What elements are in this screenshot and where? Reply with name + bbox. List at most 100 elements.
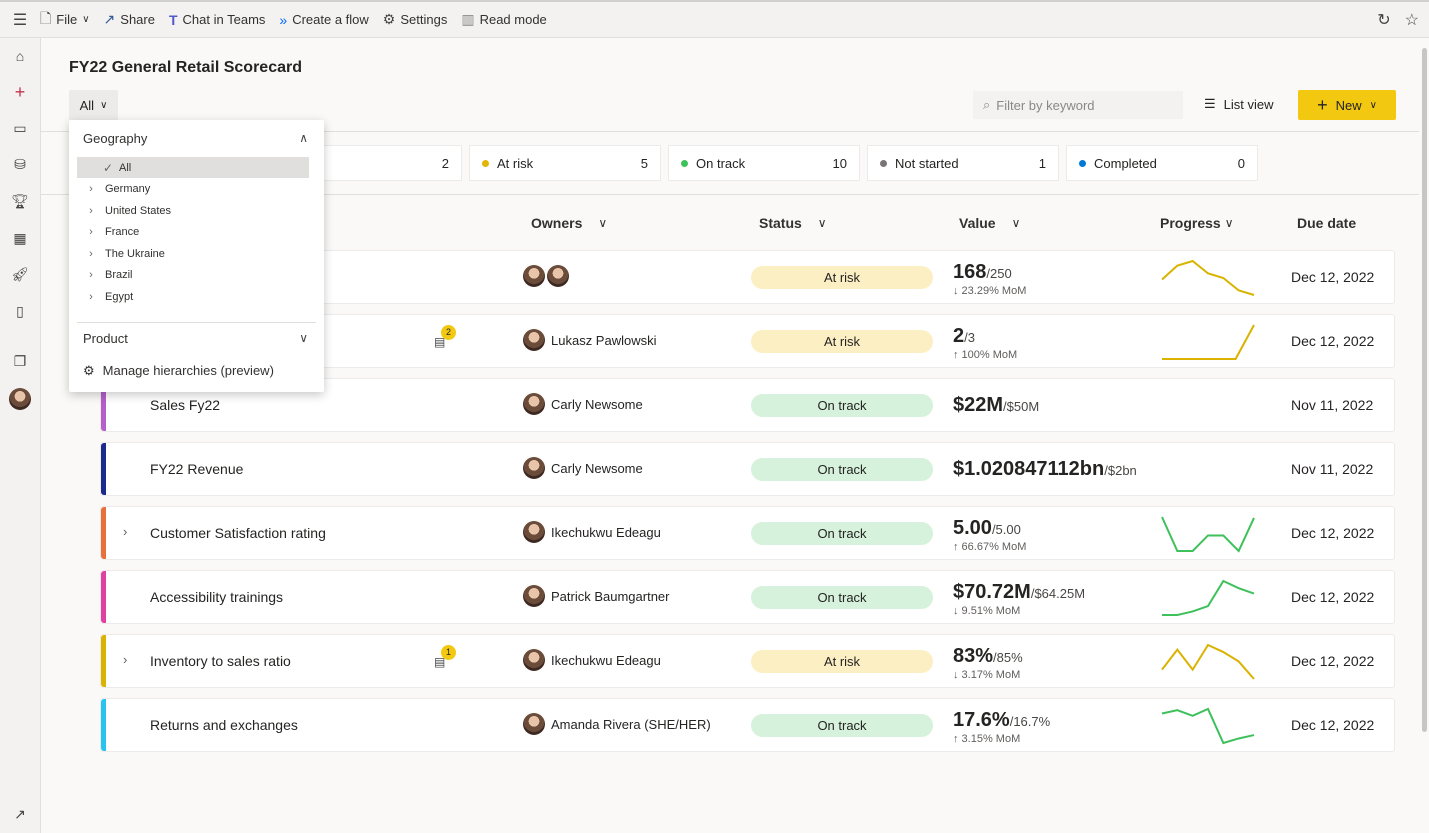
geography-section-header[interactable]: Geography <box>83 131 147 146</box>
owners-header: Owners <box>531 215 583 231</box>
geography-option[interactable]: › The Ukraine <box>77 243 309 264</box>
status-badge[interactable]: At risk <box>751 650 933 673</box>
status-summary-card[interactable]: On track 10 <box>668 145 860 181</box>
owner[interactable]: Ikechukwu Edeagu <box>523 521 661 543</box>
scorecard-row[interactable]: Returns and exchanges Amanda Rivera (SHE/… <box>100 698 1395 752</box>
filter-keyword-input[interactable]: ⌕ Filter by keyword <box>973 91 1183 119</box>
status-badge[interactable]: On track <box>751 394 933 417</box>
goal-name[interactable]: Inventory to sales ratio <box>150 653 291 669</box>
learn-rocket-icon[interactable]: 🚀︎ <box>0 266 40 283</box>
manage-hierarchies-link[interactable]: ⚙ Manage hierarchies (preview) <box>83 363 274 379</box>
column-header-owners[interactable]: Owners ∨ <box>531 215 607 231</box>
expand-nav-icon[interactable]: ↗ <box>0 806 40 823</box>
goal-name[interactable]: Returns and exchanges <box>150 717 298 733</box>
option-label: Egypt <box>105 290 134 303</box>
chevron-right-icon[interactable]: › <box>77 183 105 195</box>
geography-option[interactable]: ✓ All <box>77 157 309 178</box>
data-hub-icon[interactable]: ⛁ <box>0 156 40 173</box>
column-header-progress[interactable]: Progress ∨ <box>1160 215 1234 231</box>
apps-icon[interactable]: ▦ <box>0 230 40 247</box>
avatar <box>523 457 545 479</box>
refresh-icon[interactable]: ↻ <box>1377 10 1390 30</box>
owner[interactable]: Patrick Baumgartner <box>523 585 670 607</box>
share-button[interactable]: ↗ Share <box>104 11 155 28</box>
home-icon[interactable]: ⌂ <box>0 48 40 64</box>
favorite-star-icon[interactable]: ☆ <box>1405 10 1419 30</box>
owner[interactable]: Ikechukwu Edeagu <box>523 649 661 671</box>
workspace-icon[interactable]: ❐ <box>0 353 40 370</box>
user-avatar[interactable] <box>0 388 40 413</box>
column-header-due-date[interactable]: Due date <box>1297 215 1356 231</box>
goal-name[interactable]: FY22 Revenue <box>150 461 243 477</box>
status-badge[interactable]: On track <box>751 458 933 481</box>
column-header-status[interactable]: Status ∨ <box>759 215 827 231</box>
status-summary-card[interactable]: Not started 1 <box>867 145 1059 181</box>
progress-sparkline <box>1162 324 1255 360</box>
status-dot-icon <box>1079 159 1086 167</box>
chevron-right-icon[interactable]: › <box>77 291 105 303</box>
read-mode-button[interactable]: ▥ Read mode <box>461 11 546 28</box>
mom-change: ↓ 9.51% MoM <box>953 605 1021 617</box>
column-header-value[interactable]: Value ∨ <box>959 215 1020 231</box>
avatar <box>523 713 545 735</box>
goals-trophy-icon[interactable]: 🏆︎ <box>0 193 40 210</box>
geography-option[interactable]: › Egypt <box>77 286 309 307</box>
scrollbar[interactable] <box>1422 48 1427 732</box>
geography-option[interactable]: › Brazil <box>77 265 309 286</box>
status-badge[interactable]: At risk <box>751 330 933 353</box>
scorecard-row[interactable]: Accessibility trainings Patrick Baumgartn… <box>100 570 1395 624</box>
owner[interactable] <box>523 265 575 287</box>
summary-count: 5 <box>640 155 648 171</box>
chevron-up-icon[interactable]: ∧ <box>299 131 308 145</box>
geography-option[interactable]: › France <box>77 222 309 243</box>
owner[interactable]: Amanda Rivera (SHE/HER) <box>523 713 711 735</box>
target-value: /16.7% <box>1009 714 1051 729</box>
browse-folder-icon[interactable]: ▭ <box>0 120 40 137</box>
product-section-header[interactable]: Product <box>83 331 128 346</box>
goal-name[interactable]: Accessibility trainings <box>150 589 283 605</box>
chevron-right-icon[interactable]: › <box>123 524 127 539</box>
chevron-right-icon[interactable]: › <box>77 205 105 217</box>
share-label: Share <box>120 12 155 27</box>
hierarchy-filter-button[interactable]: All ∨ <box>69 90 118 120</box>
status-summary-card[interactable]: Completed 0 <box>1066 145 1258 181</box>
value-cell: 2/3 ↑ 100% MoM <box>953 325 1017 361</box>
chevron-right-icon[interactable]: › <box>77 248 105 260</box>
geography-option[interactable]: › United States <box>77 200 309 221</box>
chevron-right-icon[interactable]: › <box>77 269 105 281</box>
status-badge[interactable]: On track <box>751 586 933 609</box>
chevron-right-icon[interactable]: › <box>123 652 127 667</box>
scorecard-row[interactable]: › Inventory to sales ratio ▤ 1 Ikechukwu Ede… <box>100 634 1395 688</box>
value-cell: 83%/85% ↓ 3.17% MoM <box>953 645 1023 681</box>
owner-name: Ikechukwu Edeagu <box>551 652 661 668</box>
scorecard-row[interactable]: FY22 Revenue Carly Newsome On track $1.0208… <box>100 442 1395 496</box>
hierarchy-dropdown: Geography ∧ ✓ All › Germany › United States › F… <box>69 120 324 392</box>
hamburger-menu-icon[interactable]: ☰ <box>0 10 40 30</box>
status-badge[interactable]: On track <box>751 522 933 545</box>
list-view-button[interactable]: ☰ List view <box>1204 96 1274 112</box>
status-badge[interactable]: At risk <box>751 266 933 289</box>
owner-name: Ikechukwu Edeagu <box>551 524 661 540</box>
new-button[interactable]: + New ∨ <box>1298 90 1396 120</box>
chat-in-teams-button[interactable]: T Chat in Teams <box>169 12 265 28</box>
goal-name[interactable]: Sales Fy22 <box>150 397 220 413</box>
owner[interactable]: Carly Newsome <box>523 457 643 479</box>
chevron-down-icon[interactable]: ∨ <box>299 331 308 345</box>
owner[interactable]: Carly Newsome <box>523 393 643 415</box>
owner[interactable]: Lukasz Pawlowski <box>523 329 657 351</box>
scorecard-row[interactable]: › Customer Satisfaction rating Ikechukwu E… <box>100 506 1395 560</box>
create-icon[interactable]: + <box>0 82 40 103</box>
workspaces-book-icon[interactable]: ▯ <box>0 303 40 320</box>
status-summary-card[interactable]: At risk 5 <box>469 145 661 181</box>
goal-name[interactable]: Customer Satisfaction rating <box>150 525 326 541</box>
geography-option[interactable]: › Germany <box>77 179 309 200</box>
value-cell: 17.6%/16.7% ↑ 3.15% MoM <box>953 709 1050 745</box>
file-menu[interactable]: 🗋 File ∨ <box>40 8 90 32</box>
summary-count: 0 <box>1237 155 1245 171</box>
status-badge[interactable]: On track <box>751 714 933 737</box>
settings-button[interactable]: ⚙ Settings <box>383 11 448 28</box>
chevron-right-icon[interactable]: › <box>77 226 105 238</box>
create-flow-button[interactable]: » Create a flow <box>279 12 368 28</box>
progress-sparkline <box>1161 643 1255 680</box>
avatar <box>547 265 569 287</box>
